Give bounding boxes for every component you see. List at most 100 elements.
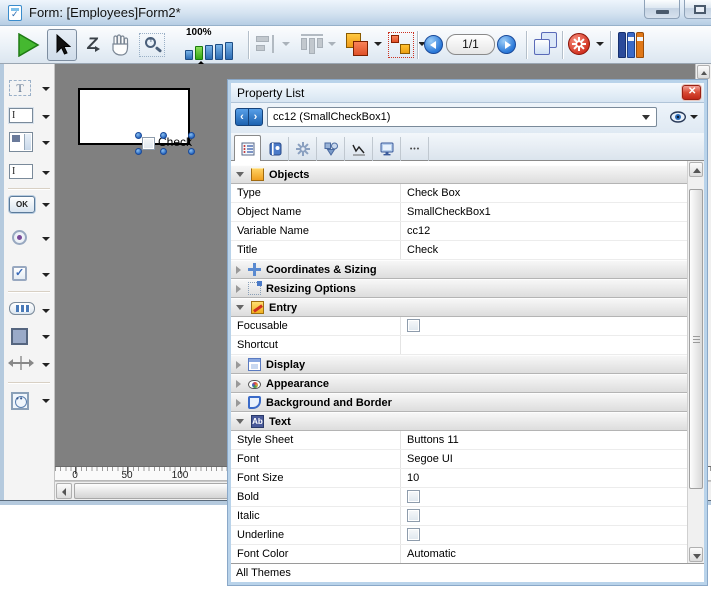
text-tool[interactable]: T bbox=[8, 78, 52, 102]
window-titlebar[interactable]: Form: [Employees]Form2* bbox=[0, 0, 711, 26]
previous-page-button[interactable] bbox=[424, 35, 443, 54]
rectangle-tool[interactable] bbox=[8, 326, 52, 350]
zoom-bar-800[interactable] bbox=[225, 42, 233, 60]
collapse-triangle-icon[interactable] bbox=[236, 305, 244, 310]
view-options-caret[interactable] bbox=[690, 115, 698, 119]
combo-box-tool-caret[interactable] bbox=[42, 171, 50, 175]
tab-objects[interactable] bbox=[318, 137, 345, 161]
zoom-bar-200[interactable] bbox=[205, 45, 213, 60]
splitter-tool-caret[interactable] bbox=[42, 363, 50, 367]
tab-events[interactable] bbox=[346, 137, 373, 161]
scroll-up-button[interactable] bbox=[697, 65, 710, 79]
expand-triangle-icon[interactable] bbox=[236, 285, 241, 293]
zoom-level-widget[interactable]: 100% bbox=[184, 28, 240, 62]
entry-order-tool-button[interactable]: Z bbox=[84, 34, 106, 56]
zoom-bar-400[interactable] bbox=[215, 44, 223, 60]
check-box-tool-caret[interactable] bbox=[42, 273, 50, 277]
expand-triangle-icon[interactable] bbox=[236, 361, 241, 369]
expand-triangle-icon[interactable] bbox=[236, 266, 241, 274]
tab-themes[interactable] bbox=[262, 137, 289, 161]
button-grid-tool[interactable] bbox=[8, 300, 52, 324]
check-box-tool[interactable] bbox=[8, 264, 52, 288]
bold-checkbox-unchecked[interactable] bbox=[407, 490, 420, 503]
selection-handle-top-left[interactable] bbox=[135, 132, 142, 139]
section-coordinates-sizing[interactable]: Coordinates & Sizing bbox=[231, 260, 687, 279]
property-list-scrollbar[interactable] bbox=[687, 161, 704, 563]
close-button[interactable] bbox=[682, 85, 701, 100]
list-box-tool-caret[interactable] bbox=[42, 141, 50, 145]
section-entry[interactable]: Entry bbox=[231, 298, 687, 317]
selection-handle-top-right[interactable] bbox=[188, 132, 195, 139]
combo-box-tool[interactable]: I bbox=[8, 162, 52, 186]
property-value[interactable]: Check bbox=[401, 241, 687, 259]
section-objects[interactable]: Objects bbox=[231, 165, 687, 184]
minimize-button[interactable] bbox=[644, 0, 680, 19]
radio-button-tool[interactable] bbox=[8, 228, 52, 252]
zoom-bar-50[interactable] bbox=[185, 50, 193, 60]
level-tool-button[interactable] bbox=[345, 32, 371, 58]
form-area[interactable]: Check bbox=[78, 88, 190, 145]
tab-options[interactable] bbox=[290, 137, 317, 161]
zoom-tool-button[interactable] bbox=[139, 33, 165, 57]
property-value[interactable]: 10 bbox=[401, 469, 687, 487]
underline-checkbox-unchecked[interactable] bbox=[407, 528, 420, 541]
section-appearance[interactable]: Appearance bbox=[231, 374, 687, 393]
zoom-bar-100-selected[interactable] bbox=[195, 46, 203, 60]
next-object-button[interactable]: › bbox=[249, 108, 263, 126]
property-value[interactable]: Segoe UI bbox=[401, 450, 687, 468]
collapse-triangle-icon[interactable] bbox=[236, 172, 244, 177]
tab-more[interactable]: ••• bbox=[402, 137, 429, 161]
plugin-area-tool-caret[interactable] bbox=[42, 399, 50, 403]
collapse-triangle-icon[interactable] bbox=[236, 419, 244, 424]
maximize-button[interactable] bbox=[684, 0, 711, 19]
distribute-dropdown-caret[interactable] bbox=[328, 42, 336, 46]
tab-display[interactable] bbox=[374, 137, 401, 161]
distribute-tool-button-disabled[interactable] bbox=[300, 34, 324, 56]
move-tool-button[interactable] bbox=[109, 33, 133, 57]
next-page-button[interactable] bbox=[497, 35, 516, 54]
plugin-area-tool[interactable] bbox=[8, 390, 52, 414]
property-value[interactable]: cc12 bbox=[401, 222, 687, 240]
property-list-titlebar[interactable]: Property List bbox=[231, 83, 704, 103]
italic-checkbox-unchecked[interactable] bbox=[407, 509, 420, 522]
preferences-button[interactable] bbox=[568, 33, 590, 55]
button-tool[interactable]: OK bbox=[8, 194, 52, 218]
text-tool-caret[interactable] bbox=[42, 87, 50, 91]
selection-handle-bottom-right[interactable] bbox=[188, 148, 195, 155]
section-resizing-options[interactable]: Resizing Options bbox=[231, 279, 687, 298]
expand-triangle-icon[interactable] bbox=[236, 399, 241, 407]
selection-tool-button[interactable] bbox=[47, 29, 77, 61]
scroll-down-button[interactable] bbox=[689, 547, 703, 562]
property-value[interactable]: Check Box bbox=[401, 184, 687, 202]
button-grid-tool-caret[interactable] bbox=[42, 309, 50, 313]
list-box-tool[interactable] bbox=[8, 132, 52, 158]
selection-handle-top-center[interactable] bbox=[160, 132, 167, 139]
zoom-bars-icon[interactable] bbox=[185, 42, 233, 60]
input-tool[interactable]: I bbox=[8, 106, 52, 130]
button-tool-caret[interactable] bbox=[42, 203, 50, 207]
section-display[interactable]: Display bbox=[231, 355, 687, 374]
property-value[interactable]: SmallCheckBox1 bbox=[401, 203, 687, 221]
scroll-up-button[interactable] bbox=[689, 162, 703, 177]
scroll-left-button[interactable] bbox=[56, 483, 72, 499]
selection-handle-bottom-center[interactable] bbox=[160, 148, 167, 155]
explorer-button[interactable] bbox=[618, 32, 648, 58]
previous-object-button[interactable]: ‹ bbox=[235, 108, 249, 126]
object-selector-combobox[interactable]: cc12 (SmallCheckBox1) bbox=[267, 107, 657, 127]
input-tool-caret[interactable] bbox=[42, 115, 50, 119]
tab-property-list[interactable] bbox=[234, 135, 261, 162]
selection-handle-bottom-left[interactable] bbox=[135, 148, 142, 155]
preferences-dropdown-caret[interactable] bbox=[596, 42, 604, 46]
property-value[interactable]: Buttons 11 bbox=[401, 431, 687, 449]
scroll-thumb[interactable] bbox=[689, 189, 703, 489]
expand-triangle-icon[interactable] bbox=[236, 380, 241, 388]
property-value[interactable] bbox=[401, 336, 687, 354]
checkbox-object-glyph[interactable] bbox=[142, 137, 155, 150]
splitter-tool[interactable] bbox=[8, 354, 52, 378]
level-dropdown-caret[interactable] bbox=[374, 42, 382, 46]
align-tool-button-disabled[interactable] bbox=[256, 35, 278, 55]
duplicate-grid-tool-button[interactable] bbox=[388, 32, 414, 58]
rectangle-tool-caret[interactable] bbox=[42, 335, 50, 339]
section-background-border[interactable]: Background and Border bbox=[231, 393, 687, 412]
section-text[interactable]: Ab Text bbox=[231, 412, 687, 431]
